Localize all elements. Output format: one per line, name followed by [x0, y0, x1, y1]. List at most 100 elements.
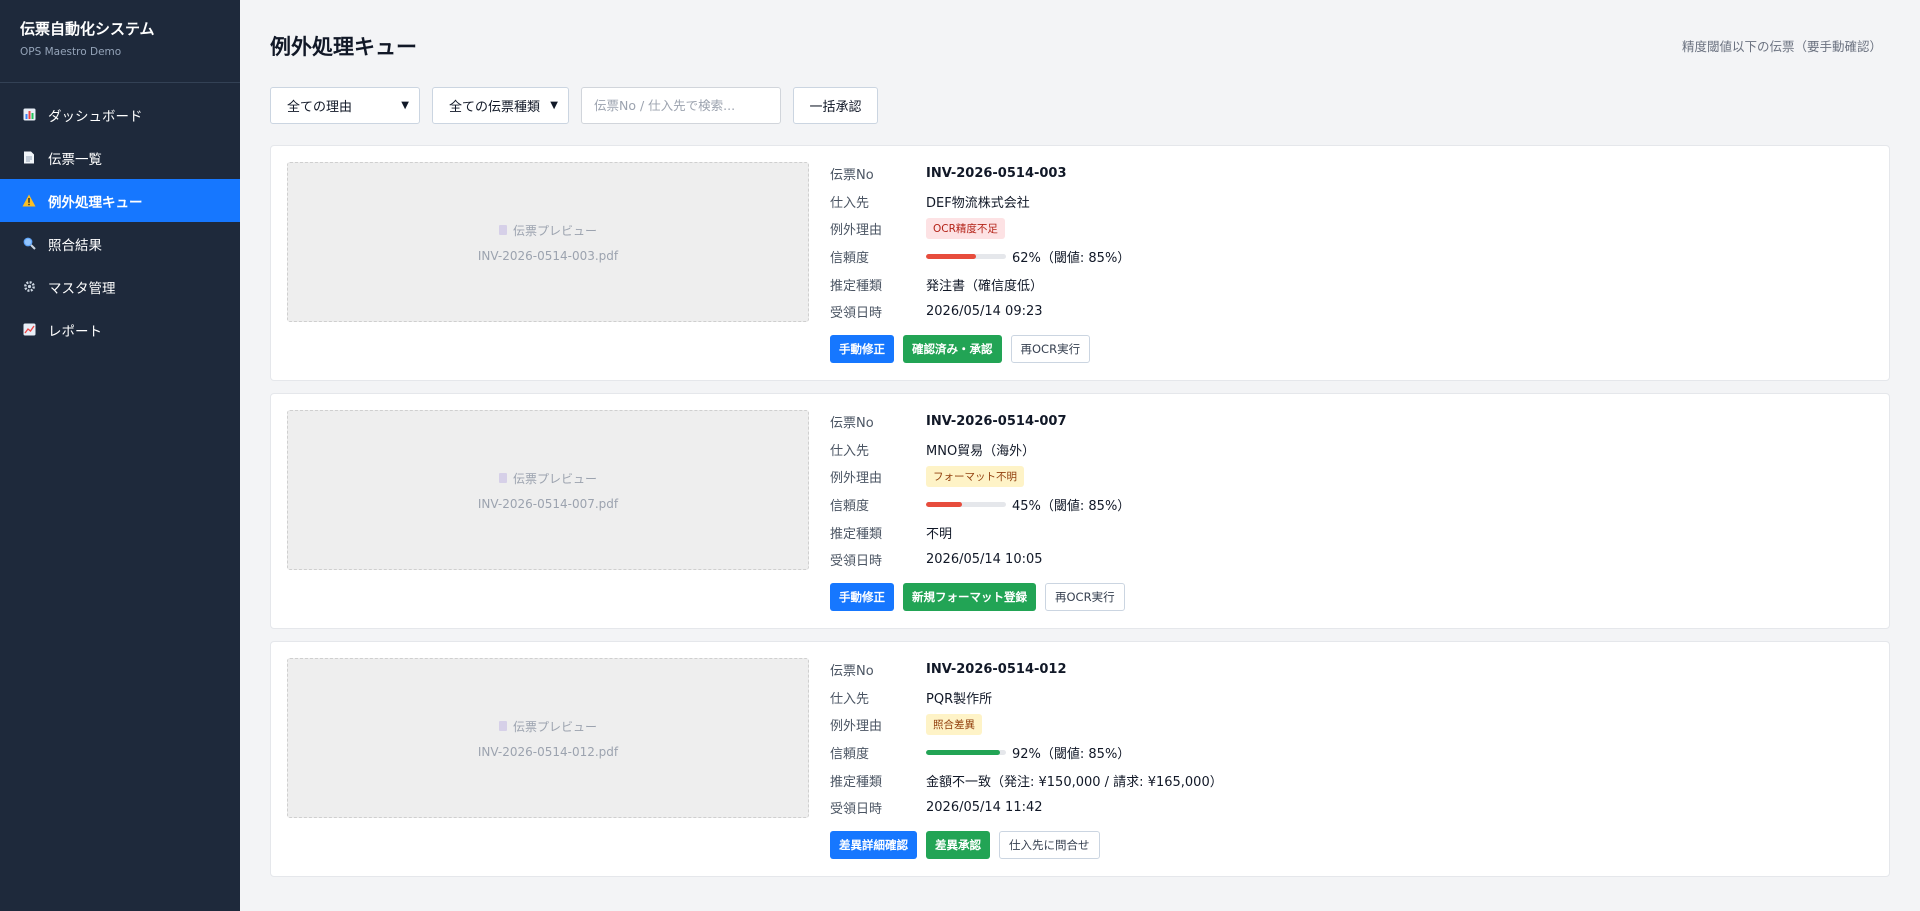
reason-badge: 照合差異 — [926, 714, 982, 736]
card-actions: 手動修正 確認済み・承認 再OCR実行 — [830, 334, 1130, 363]
main-content: 例外処理キュー 精度閾値以下の伝票（要手動確認） 全ての理由 ▼ 全ての伝票種類… — [240, 0, 1920, 911]
sidebar-item-invoices[interactable]: 伝票一覧 — [0, 136, 240, 179]
supplier-name: PQR製作所 — [926, 691, 993, 707]
bulk-approve-button[interactable]: 一括承認 — [793, 87, 878, 124]
confidence-bar-fill — [926, 750, 1000, 756]
app-subtitle: OPS Maestro Demo — [20, 46, 122, 58]
invoice-number: INV-2026-0514-012 — [926, 662, 1067, 678]
field-label: 仕入先 — [830, 443, 870, 459]
document-icon — [498, 721, 507, 731]
search-input[interactable] — [581, 87, 781, 124]
card-actions: 差異詳細確認 差異承認 仕入先に問合せ — [830, 830, 1223, 859]
brand: 伝票自動化システム OPS Maestro Demo — [0, 0, 240, 83]
sidebar-item-label: ダッシュボード — [48, 108, 143, 125]
page-title: 例外処理キュー — [270, 34, 417, 59]
field-label: 伝票No — [830, 416, 874, 432]
magnifier-icon — [22, 237, 36, 251]
field-label: 例外理由 — [830, 471, 883, 487]
preview-filename: INV-2026-0514-003.pdf — [477, 248, 619, 263]
confidence-bar — [926, 254, 1006, 260]
app-title: 伝票自動化システム — [20, 20, 155, 38]
field-label: 信頼度 — [830, 747, 870, 763]
sidebar-item-master[interactable]: マスタ管理 — [0, 265, 240, 308]
preview-filename: INV-2026-0514-007.pdf — [477, 496, 619, 511]
contact-supplier-button[interactable]: 仕入先に問合せ — [999, 830, 1100, 859]
sidebar-item-matching[interactable]: 照合結果 — [0, 222, 240, 265]
received-at: 2026/05/14 10:05 — [926, 552, 1043, 568]
preview-label: 伝票プレビュー — [498, 222, 597, 239]
page-header: 例外処理キュー 精度閾値以下の伝票（要手動確認） — [270, 0, 1890, 87]
reason-filter-select[interactable]: 全ての理由 ▼ — [270, 87, 420, 124]
document-icon — [498, 225, 507, 235]
page-note: 精度閾値以下の伝票（要手動確認） — [1681, 39, 1882, 54]
field-label: 推定種類 — [830, 278, 883, 294]
register-format-button[interactable]: 新規フォーマット登録 — [903, 582, 1036, 611]
received-at: 2026/05/14 09:23 — [926, 304, 1043, 320]
sidebar-item-reports[interactable]: レポート — [0, 308, 240, 351]
chevron-down-icon: ▼ — [550, 100, 558, 111]
invoice-preview[interactable]: 伝票プレビュー INV-2026-0514-007.pdf — [287, 410, 809, 570]
supplier-name: MNO貿易（海外） — [926, 443, 1036, 459]
sidebar-item-label: レポート — [48, 323, 102, 340]
invoice-info: 伝票No INV-2026-0514-003 仕入先 DEF物流株式会社 例外理由 O… — [830, 160, 1130, 363]
preview-title: 伝票プレビュー — [512, 223, 597, 238]
document-icon — [22, 151, 36, 165]
field-label: 仕入先 — [830, 195, 870, 211]
sidebar-item-dashboard[interactable]: ダッシュボード — [0, 93, 240, 136]
field-label: 受領日時 — [830, 554, 883, 570]
manual-fix-button[interactable]: 手動修正 — [830, 582, 894, 611]
warning-icon — [22, 194, 36, 208]
sidebar-nav: ダッシュボード 伝票一覧 例外処理キュー 照合結果 マスタ管理 レポート — [0, 93, 240, 351]
re-ocr-button[interactable]: 再OCR実行 — [1010, 334, 1091, 363]
discrepancy-detail-button[interactable]: 差異詳細確認 — [830, 830, 917, 859]
invoice-preview[interactable]: 伝票プレビュー INV-2026-0514-003.pdf — [287, 162, 809, 322]
confidence-bar-fill — [926, 502, 962, 508]
preview-title: 伝票プレビュー — [512, 471, 597, 486]
field-label: 受領日時 — [830, 306, 883, 322]
confidence-value: 92%（閾値: 85%） — [1012, 747, 1131, 763]
line-chart-icon — [22, 323, 36, 337]
invoice-info: 伝票No INV-2026-0514-012 仕入先 PQR製作所 例外理由 照合差異… — [830, 656, 1223, 859]
field-label: 受領日時 — [830, 802, 883, 818]
type-filter-value: 全ての伝票種類 — [449, 100, 541, 115]
type-filter-select[interactable]: 全ての伝票種類 ▼ — [432, 87, 569, 124]
sidebar-item-label: 照合結果 — [48, 237, 102, 254]
field-label: 仕入先 — [830, 691, 870, 707]
invoice-number: INV-2026-0514-007 — [926, 414, 1067, 430]
confidence-bar — [926, 502, 1006, 508]
reason-filter-value: 全ての理由 — [287, 100, 353, 115]
confirm-approve-button[interactable]: 確認済み・承認 — [903, 334, 1002, 363]
sidebar: 伝票自動化システム OPS Maestro Demo ダッシュボード 伝票一覧 … — [0, 0, 240, 911]
invoice-info: 伝票No INV-2026-0514-007 仕入先 MNO貿易（海外） 例外理由 フ… — [830, 408, 1130, 611]
estimated-type: 金額不一致（発注: ¥150,000 / 請求: ¥165,000） — [926, 774, 1223, 790]
sidebar-item-label: 例外処理キュー — [48, 194, 143, 211]
manual-fix-button[interactable]: 手動修正 — [830, 334, 894, 363]
received-at: 2026/05/14 11:42 — [926, 800, 1043, 816]
confidence-bar — [926, 750, 1006, 756]
field-label: 例外理由 — [830, 719, 883, 735]
invoice-number: INV-2026-0514-003 — [926, 166, 1067, 182]
field-label: 信頼度 — [830, 251, 870, 267]
estimated-type: 不明 — [926, 526, 953, 542]
discrepancy-approve-button[interactable]: 差異承認 — [926, 830, 990, 859]
preview-label: 伝票プレビュー — [498, 718, 597, 735]
invoice-preview[interactable]: 伝票プレビュー INV-2026-0514-012.pdf — [287, 658, 809, 818]
gear-icon — [22, 280, 36, 294]
field-label: 伝票No — [830, 168, 874, 184]
sidebar-item-label: マスタ管理 — [48, 280, 116, 297]
exception-card: 伝票プレビュー INV-2026-0514-012.pdf 伝票No INV-20… — [270, 641, 1890, 877]
re-ocr-button[interactable]: 再OCR実行 — [1045, 582, 1125, 611]
confidence-bar-fill — [926, 254, 976, 260]
confidence-value: 45%（閾値: 85%） — [1012, 499, 1131, 515]
reason-badge: フォーマット不明 — [926, 466, 1024, 488]
card-actions: 手動修正 新規フォーマット登録 再OCR実行 — [830, 582, 1130, 611]
sidebar-item-exception-queue[interactable]: 例外処理キュー — [0, 179, 240, 222]
supplier-name: DEF物流株式会社 — [926, 195, 1030, 211]
field-label: 伝票No — [830, 664, 874, 680]
reason-badge: OCR精度不足 — [926, 218, 1005, 240]
confidence-value: 62%（閾値: 85%） — [1012, 251, 1131, 267]
exception-card: 伝票プレビュー INV-2026-0514-007.pdf 伝票No INV-20… — [270, 393, 1890, 629]
exception-card: 伝票プレビュー INV-2026-0514-003.pdf 伝票No INV-20… — [270, 145, 1890, 381]
preview-title: 伝票プレビュー — [512, 719, 597, 734]
document-icon — [498, 473, 507, 483]
